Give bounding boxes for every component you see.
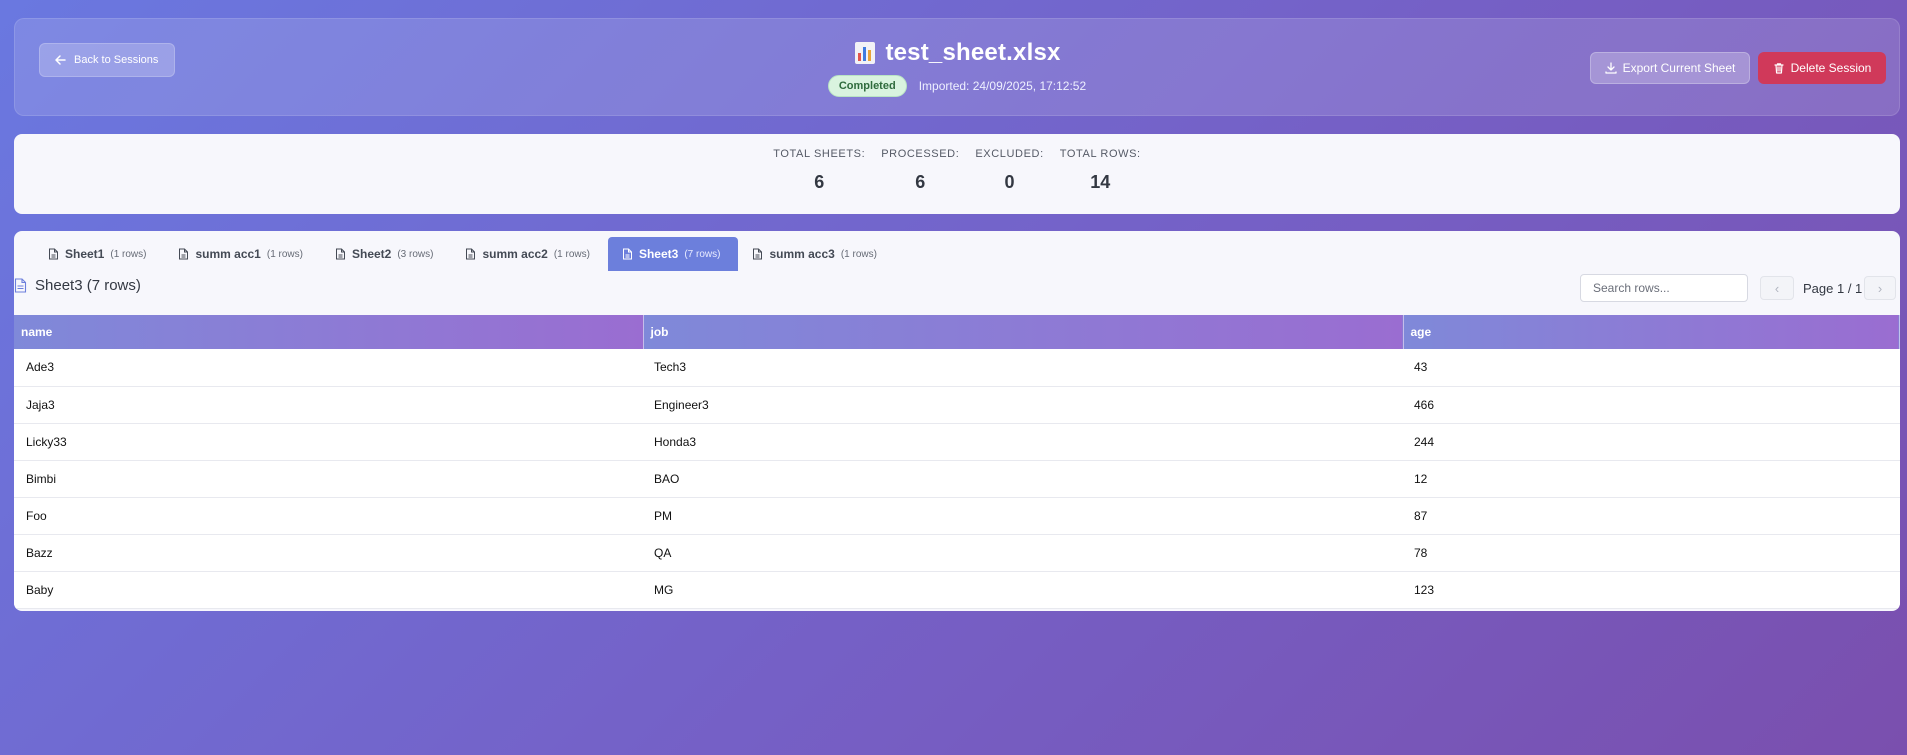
spreadsheet-chart-icon [855,42,876,64]
table-row: Bimbi BAO 12 [14,460,1900,498]
tab-name: Sheet3 [638,247,679,261]
stat-value: 6 [915,172,926,192]
tab-sheet2[interactable]: Sheet2 (3 rows) [321,237,451,271]
document-icon [753,248,763,260]
tab-name: summ acc3 [769,247,835,261]
export-current-sheet-label: Export Current Sheet [1622,61,1736,75]
export-current-sheet-button[interactable]: Export Current Sheet [1590,52,1750,84]
sheet-panel: Sheet1 (1 rows) summ acc1 (1 rows) Sheet… [14,231,1900,611]
document-icon [622,248,632,260]
status-badge: Completed [827,75,907,97]
tab-count: (1 rows) [266,248,303,260]
cell-name: Licky33 [14,423,643,461]
table-row: Ade3 Tech3 43 [14,349,1900,387]
stat-value: 0 [1004,172,1015,192]
tab-name: summ acc2 [482,247,548,261]
document-icon [466,248,476,260]
stat-total-rows: TOTAL ROWS: 14 [1060,148,1141,193]
stat-processed: PROCESSED: 6 [881,148,959,193]
table-row: Foo PM 87 [14,497,1900,535]
tab-name: summ acc1 [195,247,261,261]
document-icon [335,248,345,260]
page-indicator: Page 1 / 1 [1803,281,1863,296]
stat-value: 14 [1090,172,1111,192]
prev-page-button[interactable]: ‹ [1760,276,1794,300]
session-header: Back to Sessions test_sheet.xlsx Complet… [14,18,1900,116]
table-row: Licky33 Honda3 244 [14,423,1900,461]
cell-job: QA [643,534,1403,572]
stat-label: TOTAL ROWS: [1059,148,1141,160]
document-icon [179,248,189,260]
cell-age: 244 [1403,423,1900,461]
cell-age: 466 [1403,386,1900,424]
table-header-row: name job age [14,315,1900,349]
tab-sheet3[interactable]: Sheet3 (7 rows) [607,237,739,271]
cell-job: Engineer3 [643,386,1403,424]
column-header-job[interactable]: job [643,315,1404,349]
table-row: Bazz QA 78 [14,534,1900,572]
tab-count: (1 rows) [840,248,877,260]
table-row: Baby MG 123 [14,571,1900,609]
column-header-age[interactable]: age [1403,315,1900,349]
stats-bar: TOTAL SHEETS: 6 PROCESSED: 6 EXCLUDED: 0… [14,134,1900,214]
delete-session-button[interactable]: Delete Session [1758,52,1886,84]
stat-label: EXCLUDED: [975,148,1044,160]
document-icon [49,248,58,260]
stat-total-sheets: TOTAL SHEETS: 6 [773,148,865,193]
column-header-name[interactable]: name [14,315,644,349]
next-page-button[interactable]: › [1864,276,1896,300]
cell-name: Bazz [14,534,643,572]
cell-age: 78 [1403,534,1900,572]
tab-summ-acc3[interactable]: summ acc3 (1 rows) [738,237,895,271]
document-icon [14,278,27,293]
cell-name: Ade3 [14,349,643,387]
tab-count: (7 rows) [684,248,721,260]
sheet-title: Sheet3 (7 rows) [35,277,141,294]
imported-timestamp: Imported: 24/09/2025, 17:12:52 [918,79,1087,93]
tab-summ-acc2[interactable]: summ acc2 (1 rows) [451,237,608,271]
cell-job: PM [643,497,1403,535]
cell-age: 123 [1403,571,1900,609]
chevron-left-icon: ‹ [1774,280,1780,296]
file-title: test_sheet.xlsx [885,39,1061,66]
delete-session-label: Delete Session [1790,61,1872,75]
download-icon [1604,62,1617,74]
cell-job: Tech3 [643,349,1403,387]
tab-summ-acc1[interactable]: summ acc1 (1 rows) [164,237,321,271]
table-row: Jaja3 Engineer3 466 [14,386,1900,424]
sheet-title-row: Sheet3 (7 rows) [14,277,141,294]
cell-name: Bimbi [14,460,643,498]
tab-count: (1 rows) [110,248,147,260]
cell-age: 43 [1403,349,1900,387]
stat-label: TOTAL SHEETS: [773,148,866,160]
cell-name: Foo [14,497,643,535]
stat-value: 6 [814,172,825,192]
search-rows-input[interactable] [1580,274,1748,302]
tab-name: Sheet1 [65,247,105,261]
tab-count: (1 rows) [553,248,590,260]
cell-job: Honda3 [643,423,1403,461]
cell-job: BAO [643,460,1403,498]
data-table: name job age Ade3 Tech3 43 Jaja3 Enginee… [14,315,1900,609]
stat-label: PROCESSED: [881,148,960,160]
tab-count: (3 rows) [397,248,434,260]
cell-name: Baby [14,571,643,609]
sheet-tabs: Sheet1 (1 rows) summ acc1 (1 rows) Sheet… [34,237,895,273]
cell-name: Jaja3 [14,386,643,424]
chevron-right-icon: › [1877,280,1883,296]
cell-job: MG [643,571,1403,609]
tab-name: Sheet2 [351,247,392,261]
stat-excluded: EXCLUDED: 0 [975,148,1043,193]
cell-age: 12 [1403,460,1900,498]
tab-sheet1[interactable]: Sheet1 (1 rows) [34,237,164,271]
cell-age: 87 [1403,497,1900,535]
trash-icon [1774,63,1784,74]
